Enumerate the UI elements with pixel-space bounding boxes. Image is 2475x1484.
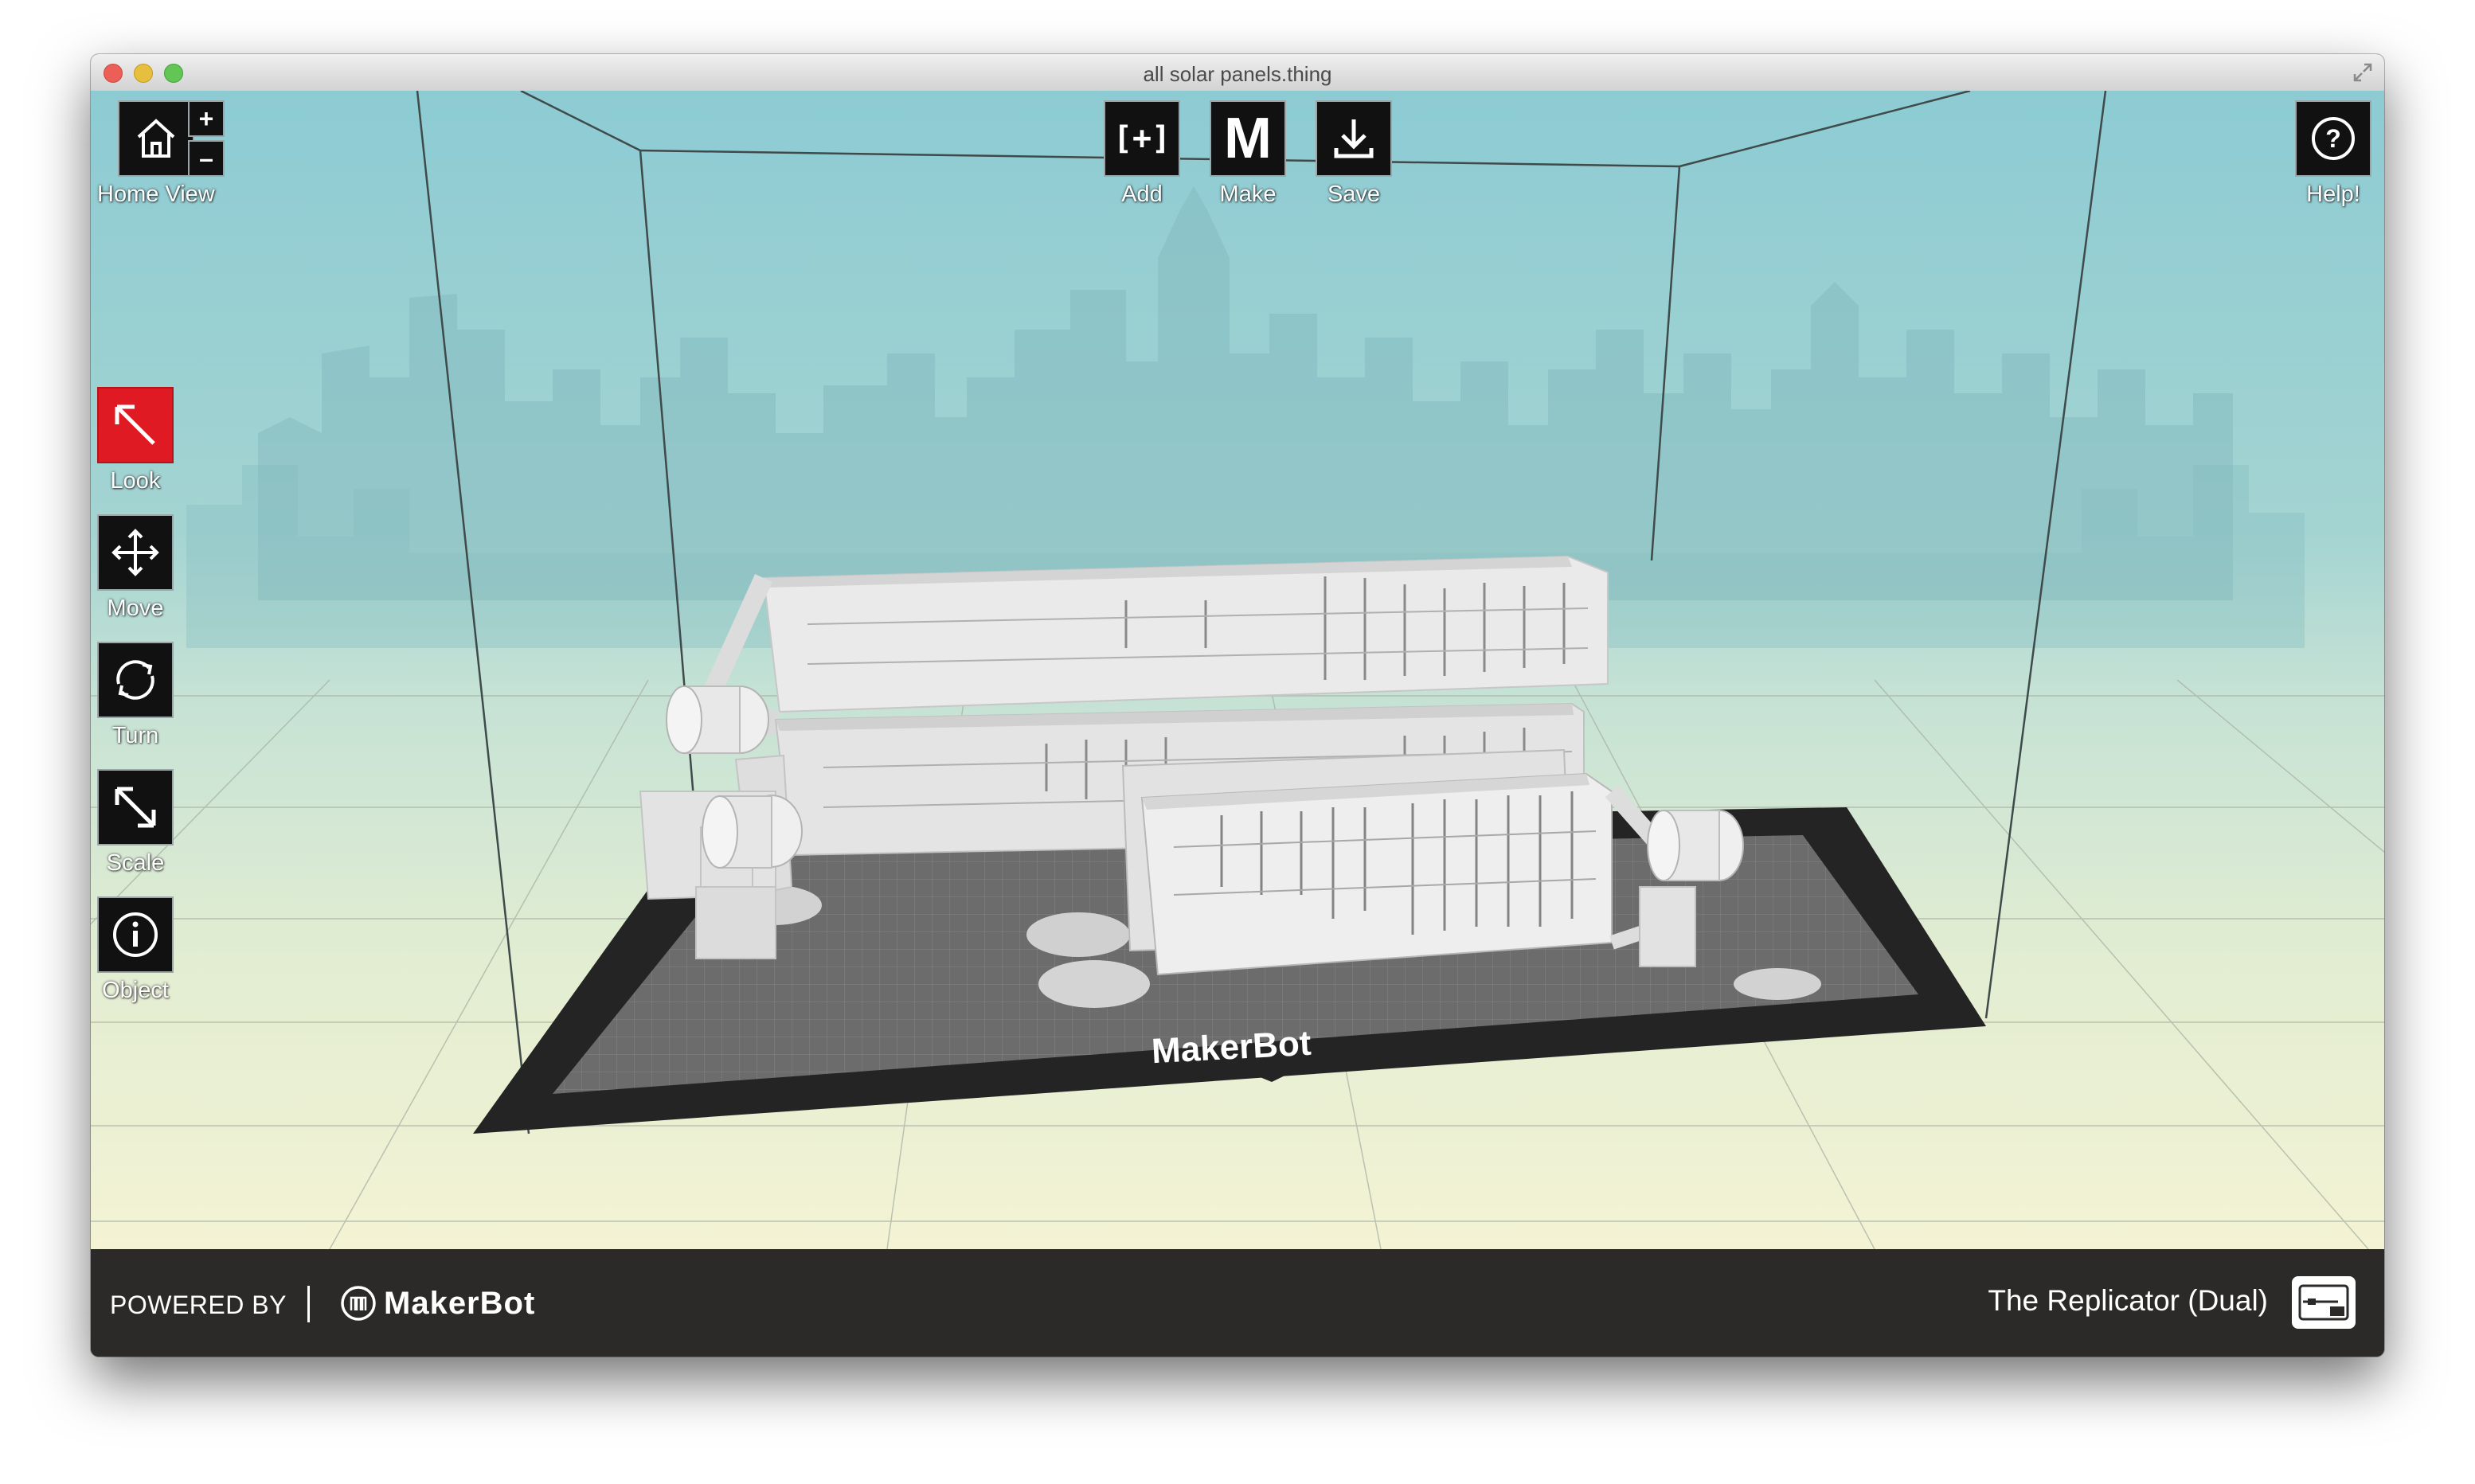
tool-move[interactable]: Move	[97, 514, 174, 622]
zoom-in-button[interactable]: +	[188, 100, 225, 137]
printer-name: The Replicator (Dual)	[1988, 1284, 2268, 1317]
help-label: Help!	[2306, 182, 2360, 207]
make-button[interactable]: M Make	[1210, 100, 1286, 208]
help-button[interactable]: ? Help!	[2295, 100, 2371, 208]
tool-look[interactable]: Look	[97, 387, 174, 494]
zoom-out-button[interactable]: –	[188, 140, 225, 177]
tool-move-label: Move	[107, 596, 164, 621]
home-icon	[137, 119, 175, 158]
build-volume-viewport[interactable]: MakerBot Home View + – [+] Add M Make Sa…	[91, 91, 2384, 1249]
download-icon	[1334, 119, 1374, 158]
tool-look-label: Look	[110, 468, 161, 494]
look-arrow-icon	[115, 404, 155, 445]
tool-object-label: Object	[102, 978, 169, 1003]
tool-turn-label: Turn	[111, 723, 159, 748]
info-icon	[113, 912, 158, 957]
tool-object[interactable]: Object	[97, 896, 174, 1004]
help-icon-glyph: ?	[2325, 123, 2341, 153]
printer-icon	[2298, 1284, 2349, 1321]
printer-settings-button[interactable]	[2292, 1276, 2356, 1329]
tool-scale-label: Scale	[106, 850, 165, 876]
plate-brand-label: MakerBot	[1151, 1024, 1312, 1071]
footer-divider	[307, 1286, 310, 1322]
zoom-out-icon: –	[199, 143, 213, 173]
app-window: all solar panels.thing MakerBot Home Vie…	[91, 54, 2384, 1357]
add-button[interactable]: [+] Add	[1104, 100, 1180, 208]
save-label: Save	[1327, 182, 1381, 207]
window-title: all solar panels.thing	[1143, 62, 1332, 86]
make-label: Make	[1219, 182, 1277, 207]
fullscreen-icon[interactable]	[2352, 62, 2373, 83]
build-scene: MakerBot	[91, 91, 2384, 1249]
zoom-in-icon: +	[198, 103, 214, 133]
add-icon: [+]	[1112, 120, 1171, 157]
powered-by-label: POWERED BY	[110, 1291, 287, 1319]
add-label: Add	[1121, 182, 1163, 207]
rotate-icon	[116, 660, 154, 700]
title-bar: all solar panels.thing	[91, 54, 2384, 92]
makerbot-m-icon: M	[1224, 107, 1272, 170]
help-icon: ?	[2312, 117, 2355, 160]
footer-bar: POWERED BY MakerBot The Replicator (Dual…	[91, 1249, 2384, 1357]
tool-scale[interactable]: Scale	[97, 769, 174, 877]
footer-brand: MakerBot	[384, 1286, 536, 1321]
scale-icon	[115, 787, 156, 828]
tool-turn[interactable]: Turn	[97, 642, 174, 749]
move-arrows-icon	[111, 529, 159, 576]
home-view-label: Home View	[97, 182, 215, 207]
makerbot-logo-icon	[341, 1286, 376, 1321]
save-button[interactable]: Save	[1316, 100, 1392, 208]
